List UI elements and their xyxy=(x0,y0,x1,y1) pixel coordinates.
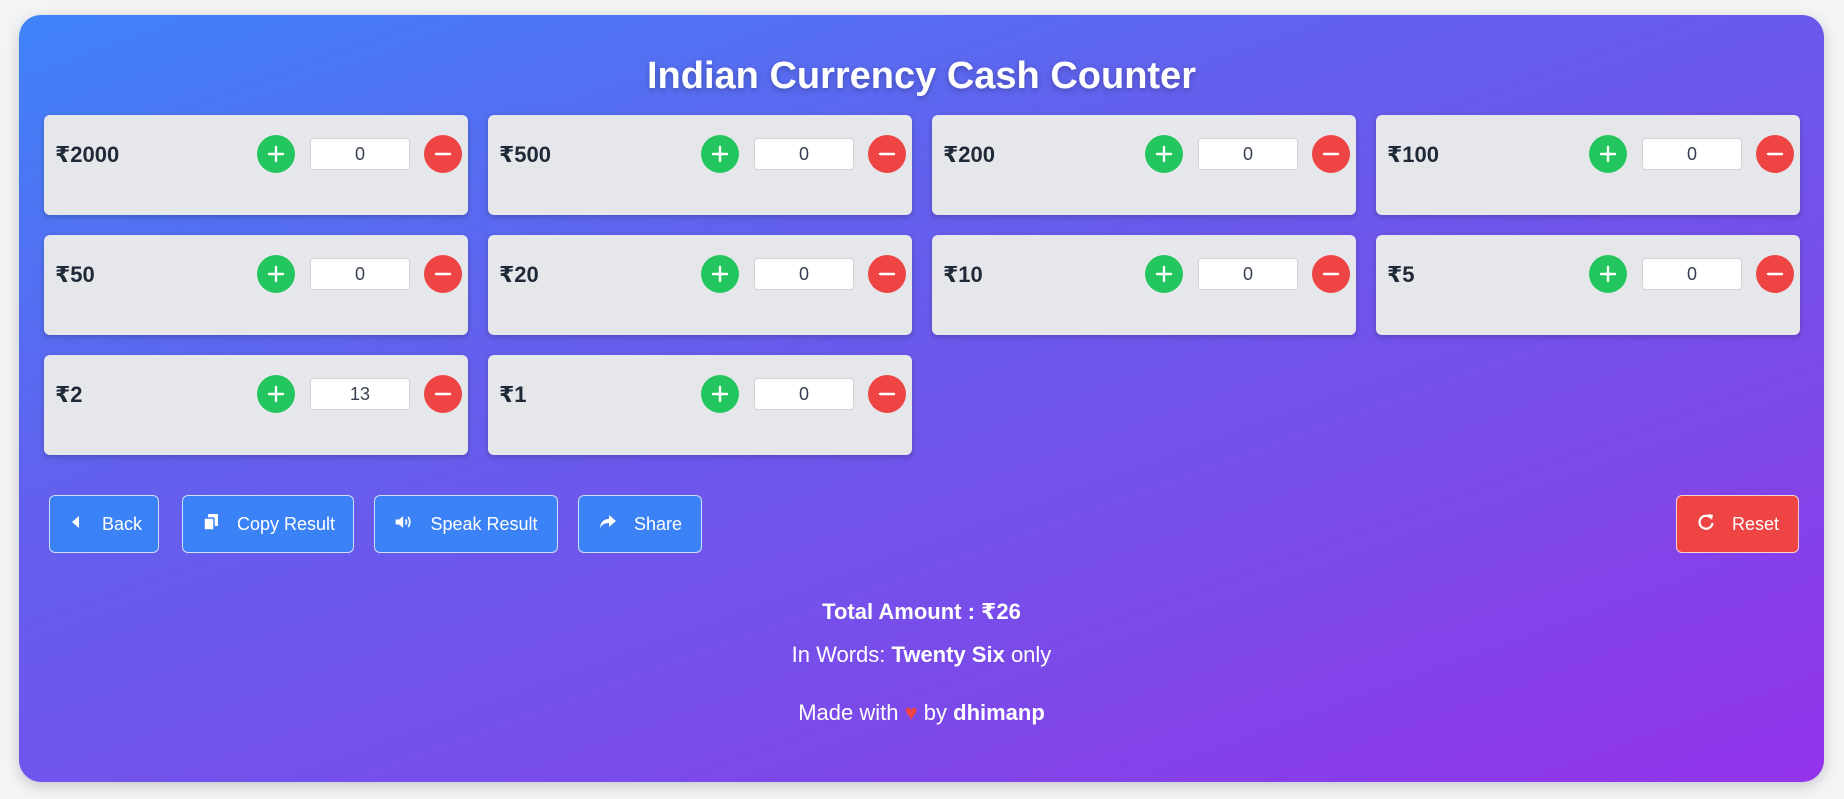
decrement-button[interactable] xyxy=(868,375,906,413)
denomination-card: ₹50 xyxy=(44,235,468,335)
decrement-button[interactable] xyxy=(1312,135,1350,173)
count-input[interactable] xyxy=(754,138,854,170)
decrement-button[interactable] xyxy=(1756,135,1794,173)
minus-icon xyxy=(878,152,896,156)
plus-icon xyxy=(267,265,285,283)
plus-icon xyxy=(1599,145,1617,163)
share-label: Share xyxy=(633,513,683,534)
increment-button[interactable] xyxy=(257,255,295,293)
plus-icon xyxy=(711,265,729,283)
count-input[interactable] xyxy=(310,378,410,410)
back-button[interactable]: Back xyxy=(49,495,159,553)
denomination-card: ₹1 xyxy=(488,355,912,455)
reset-button[interactable]: Reset xyxy=(1676,495,1799,553)
denomination-label: ₹1 xyxy=(499,382,527,407)
share-button[interactable]: Share xyxy=(578,495,702,553)
speaker-icon xyxy=(394,512,414,537)
minus-icon xyxy=(434,152,452,156)
denomination-card: ₹5 xyxy=(1376,235,1800,335)
denomination-card: ₹500 xyxy=(488,115,912,215)
plus-icon xyxy=(1155,145,1173,163)
count-input[interactable] xyxy=(754,378,854,410)
caret-left-icon xyxy=(66,512,86,537)
author-link[interactable]: dhimanp xyxy=(953,700,1045,725)
minus-icon xyxy=(1766,272,1784,276)
footer-made-with: Made with xyxy=(798,700,905,725)
decrement-button[interactable] xyxy=(424,135,462,173)
count-input[interactable] xyxy=(1198,138,1298,170)
count-input[interactable] xyxy=(310,138,410,170)
decrement-button[interactable] xyxy=(424,255,462,293)
count-input[interactable] xyxy=(310,258,410,290)
amount-in-words: In Words: Twenty Six only xyxy=(19,642,1824,668)
copy-result-label: Copy Result xyxy=(236,513,336,534)
words-suffix: only xyxy=(1004,642,1052,667)
denomination-label: ₹5 xyxy=(1387,262,1415,287)
denomination-card: ₹10 xyxy=(932,235,1356,335)
page-title: Indian Currency Cash Counter xyxy=(647,55,1196,97)
denomination-label: ₹2 xyxy=(55,382,83,407)
decrement-button[interactable] xyxy=(868,135,906,173)
words-prefix: In Words: xyxy=(791,642,892,667)
denomination-label: ₹10 xyxy=(943,262,983,287)
denomination-label: ₹50 xyxy=(55,262,95,287)
denomination-card: ₹2000 xyxy=(44,115,468,215)
increment-button[interactable] xyxy=(1145,255,1183,293)
speak-result-label: Speak Result xyxy=(430,513,538,534)
minus-icon xyxy=(1322,272,1340,276)
reset-label: Reset xyxy=(1731,513,1780,534)
footer-by: by xyxy=(917,700,954,725)
refresh-icon xyxy=(1696,512,1716,537)
action-bar: Back Copy Result Speak Result Share Rese… xyxy=(19,495,1824,555)
decrement-button[interactable] xyxy=(868,255,906,293)
minus-icon xyxy=(434,392,452,396)
denomination-card: ₹2 xyxy=(44,355,468,455)
denomination-card: ₹200 xyxy=(932,115,1356,215)
minus-icon xyxy=(1766,152,1784,156)
minus-icon xyxy=(1322,152,1340,156)
plus-icon xyxy=(1155,265,1173,283)
decrement-button[interactable] xyxy=(424,375,462,413)
increment-button[interactable] xyxy=(701,255,739,293)
denomination-grid: ₹2000 ₹500 ₹200 ₹100 ₹50 ₹20 ₹10 ₹5 ₹2 ₹1 xyxy=(44,115,1800,455)
denomination-card: ₹20 xyxy=(488,235,912,335)
denomination-card: ₹100 xyxy=(1376,115,1800,215)
count-input[interactable] xyxy=(1198,258,1298,290)
denomination-label: ₹500 xyxy=(499,142,552,167)
plus-icon xyxy=(1599,265,1617,283)
minus-icon xyxy=(434,272,452,276)
count-input[interactable] xyxy=(754,258,854,290)
increment-button[interactable] xyxy=(1145,135,1183,173)
copy-result-button[interactable]: Copy Result xyxy=(182,495,354,553)
denomination-label: ₹200 xyxy=(943,142,996,167)
footer: Made with ♥ by dhimanp xyxy=(19,700,1824,726)
increment-button[interactable] xyxy=(1589,255,1627,293)
heart-icon: ♥ xyxy=(904,700,918,725)
decrement-button[interactable] xyxy=(1312,255,1350,293)
increment-button[interactable] xyxy=(701,135,739,173)
back-label: Back xyxy=(101,513,143,534)
plus-icon xyxy=(267,385,285,403)
copy-icon xyxy=(201,512,221,537)
count-input[interactable] xyxy=(1642,258,1742,290)
minus-icon xyxy=(878,272,896,276)
denomination-label: ₹20 xyxy=(499,262,539,287)
minus-icon xyxy=(878,392,896,396)
decrement-button[interactable] xyxy=(1756,255,1794,293)
denomination-label: ₹100 xyxy=(1387,142,1440,167)
increment-button[interactable] xyxy=(257,135,295,173)
total-amount: Total Amount : ₹26 xyxy=(822,599,1021,624)
plus-icon xyxy=(711,145,729,163)
increment-button[interactable] xyxy=(701,375,739,413)
count-input[interactable] xyxy=(1642,138,1742,170)
plus-icon xyxy=(267,145,285,163)
increment-button[interactable] xyxy=(1589,135,1627,173)
increment-button[interactable] xyxy=(257,375,295,413)
denomination-label: ₹2000 xyxy=(55,142,120,167)
cash-counter-app: Indian Currency Cash Counter ₹2000₹500₹2… xyxy=(19,15,1824,782)
speak-result-button[interactable]: Speak Result xyxy=(374,495,558,553)
plus-icon xyxy=(711,385,729,403)
share-icon xyxy=(598,512,618,537)
words-value: Twenty Six xyxy=(891,642,1005,667)
